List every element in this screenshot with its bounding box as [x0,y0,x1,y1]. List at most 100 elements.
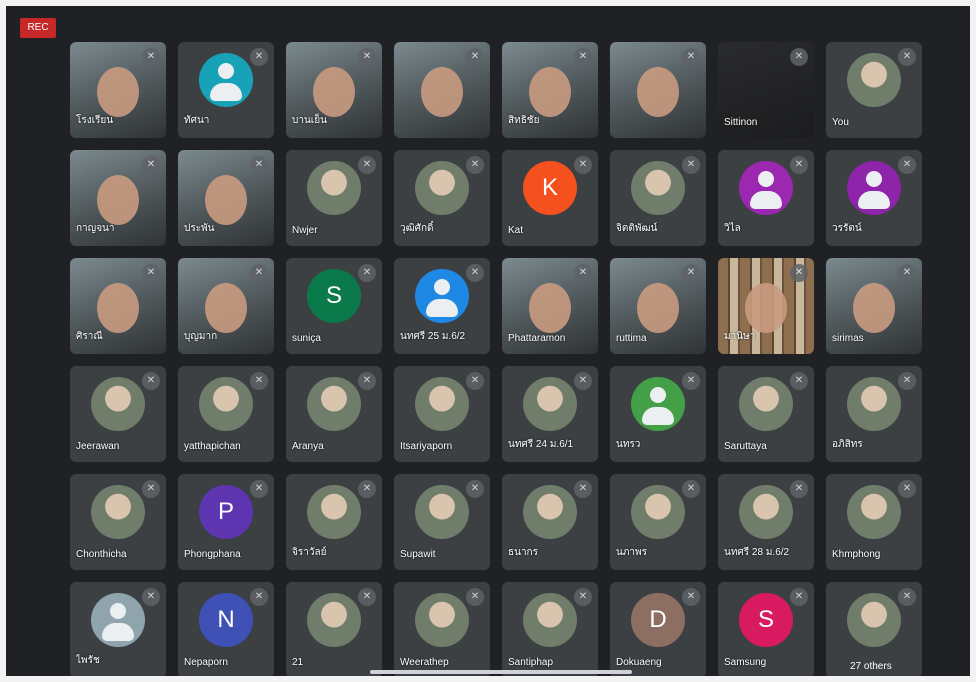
microphone-off-icon: ✕ [358,48,376,66]
participant-avatar [739,377,793,432]
participant-tile[interactable]: ✕ You [826,42,922,138]
microphone-off-icon: ✕ [250,588,268,606]
participant-tile[interactable]: S ✕ Samsung [718,582,814,676]
participant-tile[interactable]: S ✕ suniça [286,258,382,354]
participant-avatar: K [523,161,577,216]
participant-name: บุญมาก [184,331,218,342]
participant-name: นภาพร [616,547,648,558]
participant-video [313,66,355,117]
participant-name: ruttima [616,333,647,344]
participant-tile[interactable]: N ✕ Nepaporn [178,582,274,676]
participant-tile[interactable]: ✕ ศิราณี [70,258,166,354]
microphone-off-icon: ✕ [466,372,484,390]
participant-tile[interactable]: ✕ กาญจนา [70,150,166,246]
participant-name: Dokuaeng [616,657,662,668]
participant-tile[interactable]: ✕ Aranya [286,366,382,462]
participant-name: Khmphong [832,549,881,560]
participant-tile[interactable]: ✕ บานเย็น [286,42,382,138]
participant-tile[interactable]: ✕ วรรัตน์ [826,150,922,246]
participant-tile[interactable]: ✕ Jeerawan [70,366,166,462]
participant-tile[interactable]: ✕ นภาพร [610,474,706,570]
participant-tile[interactable]: ✕ มานิษา [718,258,814,354]
participant-name: Chonthicha [76,549,127,560]
participant-avatar [847,161,901,216]
participant-tile[interactable]: ✕ [610,42,706,138]
participant-name: จิตติพัฒน์ [616,223,658,234]
participant-tile[interactable]: ✕ นทรว [610,366,706,462]
microphone-off-icon: ✕ [682,264,700,282]
participant-tile[interactable]: ✕ Nwjer [286,150,382,246]
participant-name: Nepaporn [184,657,228,668]
participant-tile[interactable]: ✕ yatthapichan [178,366,274,462]
participant-tile[interactable]: D ✕ Dokuaeng [610,582,706,676]
participant-video [97,174,139,225]
participant-tile[interactable]: ✕ Chonthicha [70,474,166,570]
participant-name: Itsariyaporn [400,441,453,452]
participant-name: กาญจนา [76,223,115,234]
microphone-off-icon: ✕ [682,480,700,498]
microphone-off-icon: ✕ [682,48,700,66]
participant-tile[interactable]: ✕ Supawit [394,474,490,570]
participant-tile[interactable]: ✕ วิไล [718,150,814,246]
participant-tile[interactable]: ✕ อภิสิทร [826,366,922,462]
microphone-off-icon: ✕ [898,588,916,606]
participant-name: โรงเรียน [76,115,114,126]
participant-avatar [847,485,901,540]
microphone-off-icon: ✕ [466,156,484,174]
microphone-off-icon: ✕ [142,156,160,174]
participant-tile[interactable]: ✕ Saruttaya [718,366,814,462]
microphone-off-icon: ✕ [682,588,700,606]
participant-tile[interactable]: ✕ sirimas [826,258,922,354]
microphone-off-icon: ✕ [898,156,916,174]
participant-name: Phongphana [184,549,241,560]
participant-tile[interactable]: ✕ Itsariyaporn [394,366,490,462]
participant-tile[interactable]: ✕ Weerathep [394,582,490,676]
microphone-off-icon: ✕ [250,264,268,282]
participant-tile[interactable]: ✕ จิราวัลย์ [286,474,382,570]
participant-avatar: P [199,485,253,540]
participant-tile[interactable]: ✕ นทศรี 25 ม.6/2 [394,258,490,354]
participant-tile[interactable]: ✕ 21 [286,582,382,676]
others-count-badge[interactable]: 27 others [844,659,898,674]
participant-tile[interactable]: ✕ ทัศนา [178,42,274,138]
microphone-off-icon: ✕ [790,156,808,174]
participant-name: ธนากร [508,547,538,558]
participant-tile[interactable]: ✕ [394,42,490,138]
microphone-off-icon: ✕ [790,480,808,498]
participant-tile[interactable]: ✕ Khmphong [826,474,922,570]
participant-tile[interactable]: ✕ ประพัน [178,150,274,246]
participant-tile[interactable]: ✕ บุญมาก [178,258,274,354]
participant-name: You [832,117,849,128]
participant-tile[interactable]: ✕ ธนากร [502,474,598,570]
participant-name: สิทธิชัย [508,115,540,126]
microphone-off-icon: ✕ [142,48,160,66]
participant-tile[interactable]: ✕ สิทธิชัย [502,42,598,138]
participant-tile[interactable]: ✕ โรงเรียน [70,42,166,138]
participant-video [97,282,139,333]
participant-tile[interactable]: ✕ นทศรี 28 ม.6/2 [718,474,814,570]
participant-tile[interactable]: ✕ ไพรัช [70,582,166,676]
participant-tile[interactable]: ✕ จิตติพัฒน์ [610,150,706,246]
microphone-off-icon: ✕ [682,372,700,390]
participant-tile[interactable]: ✕ ruttima [610,258,706,354]
participant-avatar [631,485,685,540]
participant-tile[interactable]: P ✕ Phongphana [178,474,274,570]
participant-avatar [199,53,253,108]
participant-video [421,66,463,117]
horizontal-scrollbar[interactable] [370,670,632,674]
microphone-off-icon: ✕ [898,48,916,66]
microphone-off-icon: ✕ [466,588,484,606]
participant-video [637,66,679,117]
participant-tile[interactable]: ✕ นทศรี 24 ม.6/1 [502,366,598,462]
participant-avatar [739,161,793,216]
participant-avatar [847,53,901,108]
participant-tile[interactable]: ✕ 27 others [826,582,922,676]
participant-tile[interactable]: ✕ Sittinon [718,42,814,138]
participant-avatar [523,377,577,432]
participant-tile[interactable]: ✕ วุฒิศักดิ์ [394,150,490,246]
participant-tile[interactable]: ✕ Phattaramon [502,258,598,354]
participant-tile[interactable]: K ✕ Kat [502,150,598,246]
participant-name: มานิษา [724,331,756,342]
microphone-off-icon: ✕ [898,372,916,390]
participant-tile[interactable]: ✕ Santiphap [502,582,598,676]
